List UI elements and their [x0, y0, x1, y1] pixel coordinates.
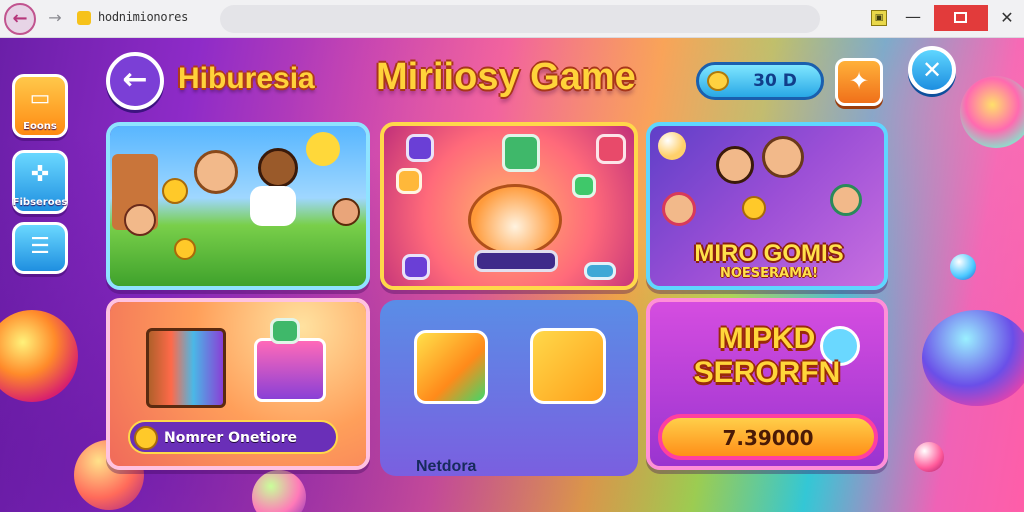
- controller-icon: ✜: [30, 162, 50, 187]
- back-arrow-icon: ←: [122, 62, 148, 97]
- browser-forward-icon[interactable]: →: [45, 8, 65, 28]
- score-value: 7.39000: [722, 426, 814, 450]
- sidebar-item-label: Eoons: [23, 121, 57, 132]
- kid-character: [662, 192, 696, 226]
- letter-tile: [596, 134, 626, 164]
- hamster-character: [468, 184, 562, 256]
- kid-character: [830, 184, 862, 216]
- coin-icon: [707, 71, 729, 91]
- address-bar[interactable]: [220, 5, 820, 33]
- tab-title[interactable]: hodnimionores: [98, 10, 188, 24]
- coin-icon: [174, 238, 196, 260]
- bubble-decoration-right: [914, 442, 944, 472]
- page-title: Miriiosy Game: [376, 56, 636, 98]
- close-button[interactable]: ✕: [908, 46, 956, 94]
- score-button[interactable]: 7.39000: [658, 414, 878, 460]
- card-label-pill: Nomrer Onetiore: [128, 420, 338, 454]
- tab-favicon-icon: [77, 11, 91, 25]
- adventure-scene-image: [110, 126, 366, 286]
- puzzle-button[interactable]: ✦: [835, 58, 883, 106]
- promo-title-line2: SERORFN: [693, 356, 841, 389]
- game-back-button[interactable]: ←: [106, 52, 164, 110]
- coin-icon: [162, 178, 188, 204]
- letter-tile: [406, 134, 434, 162]
- kid-character: [194, 150, 238, 194]
- brand-title: Hiburesia: [178, 62, 315, 95]
- treasure-chest-icon: [146, 328, 226, 408]
- letter-tile: [402, 254, 430, 280]
- game-card-builder[interactable]: Nomrer Onetiore: [106, 298, 370, 470]
- promo-title: MIPKD SERORFN: [656, 322, 878, 390]
- browser-toolbar: ← → hodnimionores ▣ — ✕: [0, 0, 1024, 38]
- coin-icon: [134, 426, 158, 450]
- bubble-decoration-bottom: [252, 470, 306, 512]
- bubble-decoration: [658, 132, 686, 160]
- letter-tile: [584, 262, 616, 280]
- coin-icon: [742, 196, 766, 220]
- letter-block-icon: [414, 330, 488, 404]
- card-title: MIRO GOMIS: [694, 240, 844, 267]
- kid-character: [124, 204, 156, 236]
- letter-block-icon: [270, 318, 300, 344]
- book-icon: ▭: [29, 86, 51, 111]
- extension-icon[interactable]: ▣: [871, 10, 887, 26]
- puzzle-piece-icon: ✦: [848, 67, 870, 95]
- kid-character: [332, 198, 360, 226]
- game-card-adventure[interactable]: [106, 122, 370, 290]
- swirl-decoration-top-right: [960, 76, 1024, 148]
- card-subtitle: NOESERAMA!: [719, 266, 819, 281]
- menu-icon: ☰: [30, 234, 50, 259]
- card-name: Netdora: [416, 458, 477, 475]
- kid-character: [258, 148, 298, 188]
- planet-decoration-left: [0, 310, 78, 402]
- maximize-button[interactable]: [934, 5, 988, 31]
- letter-tile: [396, 168, 422, 194]
- coin-counter: 30 D: [696, 62, 824, 100]
- sidebar-item-fibseroes[interactable]: ✜ Fibseroes: [12, 150, 68, 214]
- game-card-mind[interactable]: MIRO GOMIS NOESERAMA!: [646, 122, 888, 290]
- maximize-icon: [954, 12, 967, 23]
- kid-body: [250, 186, 296, 226]
- game-board: [474, 250, 558, 272]
- card-label: Nomrer Onetiore: [164, 430, 297, 446]
- window-close-icon[interactable]: ✕: [995, 6, 1019, 30]
- promo-title-line1: MIPKD: [718, 322, 816, 355]
- kid-character: [762, 136, 804, 178]
- letter-tile: [572, 174, 596, 198]
- dice-block-icon: [530, 328, 606, 404]
- letter-tile: [502, 134, 540, 172]
- kid-character: [716, 146, 754, 184]
- game-card-blocks[interactable]: Netdora 300: [380, 300, 638, 476]
- sidebar-item-eoons[interactable]: ▭ Eoons: [12, 74, 68, 138]
- coin-value: 30 D: [753, 71, 797, 91]
- minimize-icon[interactable]: —: [903, 8, 923, 28]
- browser-back-icon[interactable]: ←: [4, 3, 36, 35]
- game-card-promo[interactable]: MIPKD SERORFN 7.39000: [646, 298, 888, 470]
- close-icon: ✕: [921, 56, 943, 84]
- bubble-decoration-small: [950, 254, 976, 280]
- planet-decoration-right: [922, 310, 1024, 406]
- puzzle-scene-image: [384, 126, 634, 286]
- sidebar-item-menu[interactable]: ☰: [12, 222, 68, 274]
- letter-block-icon: [254, 338, 326, 402]
- game-screen: ▭ Eoons ✜ Fibseroes ☰ ← Hiburesia Miriio…: [0, 38, 1024, 512]
- game-card-puzzle[interactable]: [380, 122, 638, 290]
- sun-decoration: [306, 132, 340, 166]
- sidebar-item-label: Fibseroes: [12, 197, 68, 208]
